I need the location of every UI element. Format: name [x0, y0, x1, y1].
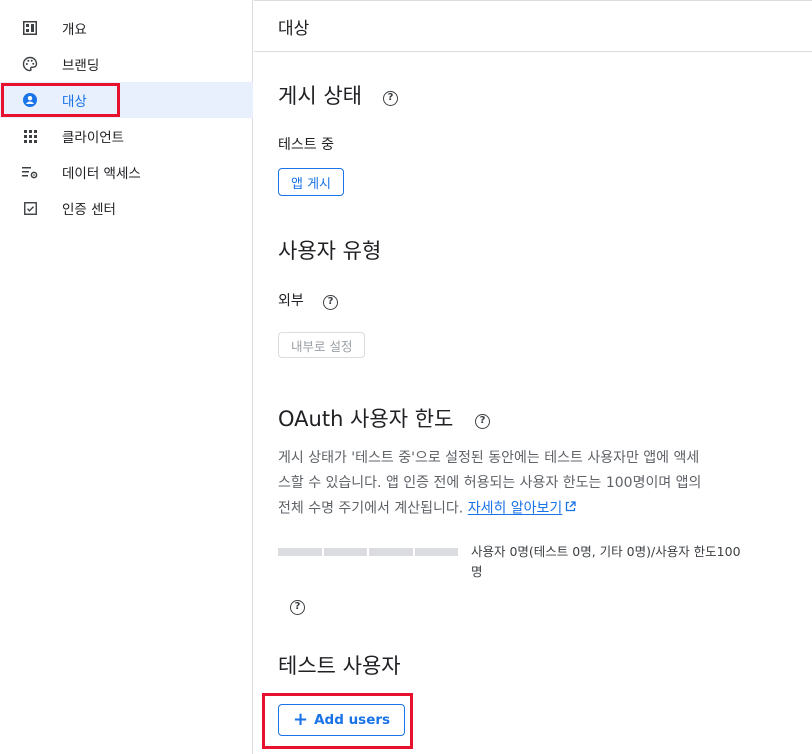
make-internal-button: 내부로 설정 — [278, 332, 366, 358]
person-circle-icon — [22, 92, 38, 108]
publish-status-heading: 게시 상태 — [278, 80, 362, 110]
usage-line: 명 — [471, 564, 483, 579]
user-type-heading: 사용자 유형 — [278, 239, 382, 263]
description-text: 전체 수명 주기에서 계산됩니다. — [278, 500, 464, 517]
page-header: 대상 — [254, 0, 812, 52]
learn-more-link[interactable]: 자세히 알아보기 — [468, 501, 563, 517]
help-icon[interactable]: ? — [383, 88, 398, 107]
help-icon[interactable]: ? — [323, 292, 338, 311]
sidebar-item-label: 데이터 액세스 — [62, 166, 141, 182]
apps-grid-icon — [22, 128, 38, 144]
help-icon[interactable]: ? — [475, 411, 490, 430]
oauth-limit-heading: OAuth 사용자 한도 — [278, 407, 454, 431]
sidebar-item-label: 브랜딩 — [62, 58, 100, 74]
publish-app-button[interactable]: 앱 게시 — [278, 168, 345, 196]
help-icon[interactable]: ? — [290, 597, 305, 616]
checkbox-icon — [22, 200, 38, 216]
description-line: 게시 상태가 '테스트 중'으로 설정된 동안에는 테스트 사용자만 앱에 액세 — [278, 450, 700, 466]
add-users-button[interactable]: + Add users — [278, 704, 406, 736]
data-settings-icon — [22, 164, 38, 180]
sidebar-item-branding[interactable]: 브랜딩 — [0, 46, 253, 82]
sidebar-item-data-access[interactable]: 데이터 액세스 — [0, 154, 253, 190]
sidebar-item-overview[interactable]: 개요 — [0, 10, 253, 46]
description-line: 스할 수 있습니다. 앱 인증 전에 허용되는 사용자 한도는 100명이며 앱… — [278, 475, 702, 491]
test-users-heading: 테스트 사용자 — [278, 654, 401, 678]
sidebar: 개요 브랜딩 대상 클라이언트 데이터 액세스 인증 센터 — [0, 0, 253, 754]
description-line: 전체 수명 주기에서 계산됩니다. 자세히 알아보기 — [278, 496, 788, 522]
external-link-icon — [565, 496, 576, 521]
sidebar-item-label: 클라이언트 — [62, 130, 125, 146]
dashboard-icon — [22, 20, 38, 36]
progress-segment — [369, 548, 413, 556]
main-content: 대상 게시 상태 ? 테스트 중 앱 게시 사용자 유형 외부 ? 내부로 설정… — [254, 0, 812, 754]
page-title: 대상 — [278, 19, 310, 39]
sidebar-item-label: 인증 센터 — [62, 202, 116, 218]
usage-line: 사용자 0명(테스트 0명, 기타 0명)/사용자 한도100 — [471, 544, 741, 559]
palette-icon — [22, 56, 38, 72]
user-type-value: 외부 — [278, 293, 304, 309]
publish-status-heading-text: 게시 상태 — [278, 84, 362, 108]
sidebar-item-label: 개요 — [62, 22, 87, 38]
user-limit-usage-text: 사용자 0명(테스트 0명, 기타 0명)/사용자 한도100 명 — [471, 542, 791, 582]
sidebar-item-audience[interactable]: 대상 — [0, 82, 253, 118]
add-users-label: Add users — [314, 712, 391, 728]
sidebar-item-verification-center[interactable]: 인증 센터 — [0, 190, 253, 226]
progress-segment — [278, 548, 322, 556]
plus-icon: + — [293, 709, 309, 730]
oauth-limit-description: 게시 상태가 '테스트 중'으로 설정된 동안에는 테스트 사용자만 앱에 액세… — [278, 446, 788, 522]
sidebar-item-label: 대상 — [62, 94, 87, 110]
user-limit-progress-bar — [278, 548, 458, 556]
publish-status-value: 테스트 중 — [278, 137, 334, 153]
sidebar-item-clients[interactable]: 클라이언트 — [0, 118, 253, 154]
progress-segment — [323, 548, 367, 556]
progress-segment — [414, 548, 458, 556]
